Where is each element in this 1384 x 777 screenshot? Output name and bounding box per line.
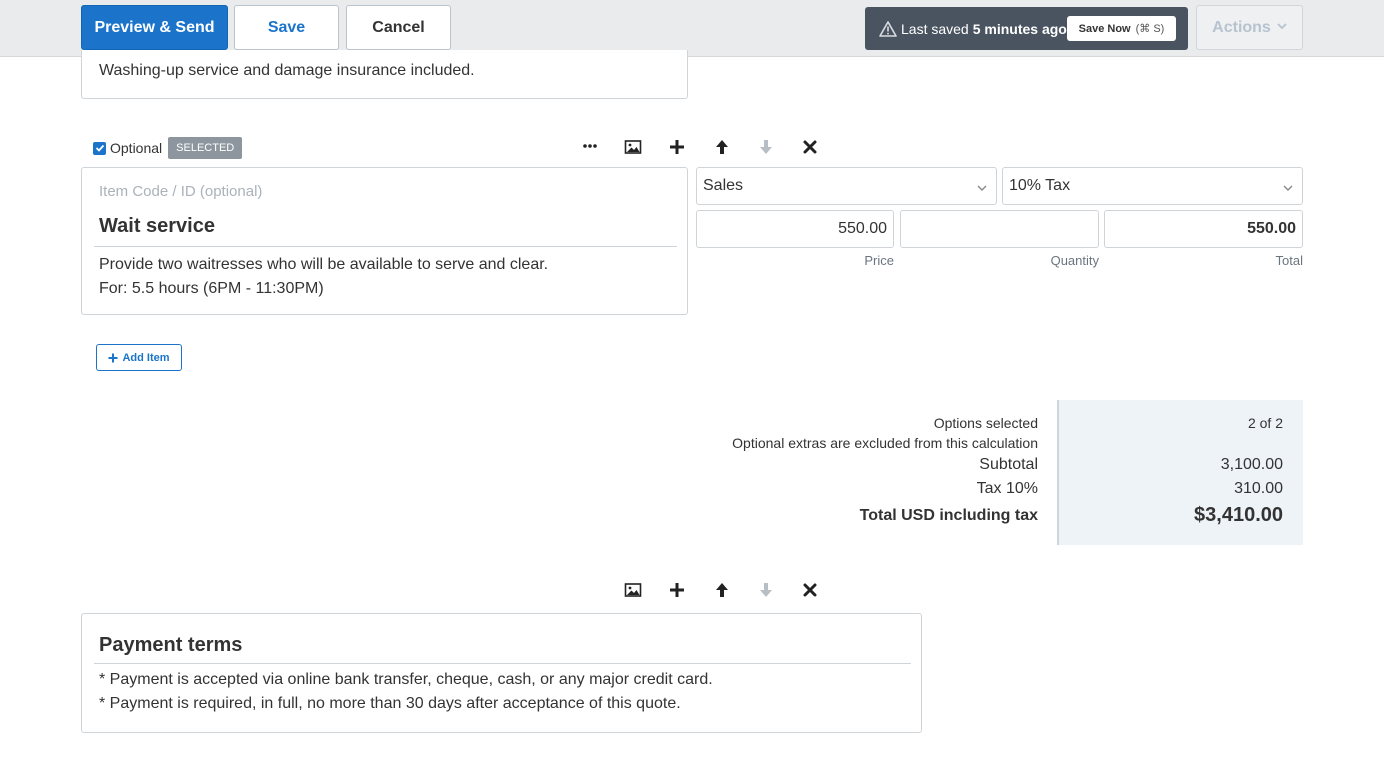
item-description-line: Provide two waitresses who will be avail…: [99, 256, 549, 273]
item-divider: [94, 246, 677, 247]
terms-divider: [94, 663, 911, 664]
quantity-label: Quantity: [1050, 253, 1099, 268]
selected-badge: SELECTED: [168, 137, 243, 159]
line-item-card: Item Code / ID (optional) Wait service P…: [81, 167, 688, 315]
total-label: Total: [1275, 253, 1303, 268]
save-now-label: Save Now: [1078, 22, 1131, 35]
chevron-down-icon: [976, 181, 988, 193]
move-up-icon[interactable]: [712, 137, 732, 157]
actions-dropdown-button[interactable]: Actions: [1196, 5, 1303, 50]
item-title-field[interactable]: Wait service: [99, 215, 215, 238]
chevron-down-icon: [1282, 181, 1294, 193]
price-input[interactable]: 550.00: [696, 210, 894, 248]
warning-icon: [879, 20, 897, 37]
image-icon[interactable]: [623, 137, 643, 157]
optional-extras-note: Optional extras are excluded from this c…: [732, 435, 1038, 451]
cancel-button[interactable]: Cancel: [346, 5, 451, 50]
last-saved-prefix: Last saved: [901, 20, 969, 37]
quantity-input[interactable]: [900, 210, 1099, 248]
optional-label[interactable]: Optional: [110, 140, 162, 156]
more-options-icon[interactable]: [580, 136, 600, 156]
tax-label: Tax 10%: [976, 480, 1038, 497]
add-item-label: Add Item: [122, 351, 170, 364]
delete-icon[interactable]: [800, 137, 820, 157]
plus-icon: [108, 350, 118, 366]
total-field: 550.00: [1104, 210, 1303, 248]
price-label: Price: [864, 253, 894, 268]
move-down-icon: [756, 580, 776, 600]
subtotal-value: 3,100.00: [1220, 456, 1283, 473]
image-icon[interactable]: [623, 580, 643, 600]
last-saved-time: 5 minutes ago: [972, 20, 1067, 37]
payment-terms-card: Payment terms * Payment is accepted via …: [81, 613, 922, 733]
top-toolbar: Preview & Send Save Cancel Last saved 5 …: [0, 0, 1384, 57]
chevron-down-icon: [1277, 21, 1287, 34]
tax-select-value: 10% Tax: [1009, 177, 1071, 194]
terms-line[interactable]: * Payment is accepted via online bank tr…: [99, 671, 713, 689]
tax-value: 310.00: [1234, 480, 1283, 497]
grand-total-label: Total USD including tax: [859, 507, 1038, 524]
previous-item-description[interactable]: Washing-up service and damage insurance …: [99, 62, 475, 80]
move-up-icon[interactable]: [712, 580, 732, 600]
options-selected-label: Options selected: [933, 415, 1038, 431]
last-saved-status: Last saved 5 minutes ago Save Now (⌘ S): [865, 7, 1188, 50]
delete-icon[interactable]: [800, 580, 820, 600]
item-description-line: For: 5.5 hours (6PM - 11:30PM): [99, 280, 324, 297]
tax-select[interactable]: 10% Tax: [1002, 167, 1303, 205]
save-now-shortcut: (⌘ S): [1135, 23, 1165, 35]
save-now-button[interactable]: Save Now (⌘ S): [1067, 16, 1176, 41]
save-button[interactable]: Save: [234, 5, 339, 50]
optional-row: Optional SELECTED: [93, 137, 243, 159]
grand-total-value: $3,410.00: [1194, 504, 1283, 526]
options-selected-value: 2 of 2: [1247, 415, 1283, 431]
optional-checkbox[interactable]: [93, 141, 106, 155]
actions-label: Actions: [1212, 18, 1271, 36]
payment-terms-title[interactable]: Payment terms: [99, 634, 242, 657]
preview-send-button[interactable]: Preview & Send: [81, 5, 228, 50]
account-select[interactable]: Sales: [696, 167, 997, 205]
add-icon[interactable]: [667, 137, 687, 157]
terms-line[interactable]: * Payment is required, in full, no more …: [99, 695, 681, 713]
previous-line-item: Washing-up service and damage insurance …: [81, 50, 688, 99]
move-down-icon: [756, 137, 776, 157]
account-select-value: Sales: [703, 177, 744, 194]
add-item-button[interactable]: Add Item: [96, 344, 182, 371]
item-code-field[interactable]: Item Code / ID (optional): [99, 183, 262, 200]
add-icon[interactable]: [667, 580, 687, 600]
item-description-field[interactable]: Provide two waitresses who will be avail…: [99, 253, 548, 301]
subtotal-label: Subtotal: [979, 456, 1038, 473]
